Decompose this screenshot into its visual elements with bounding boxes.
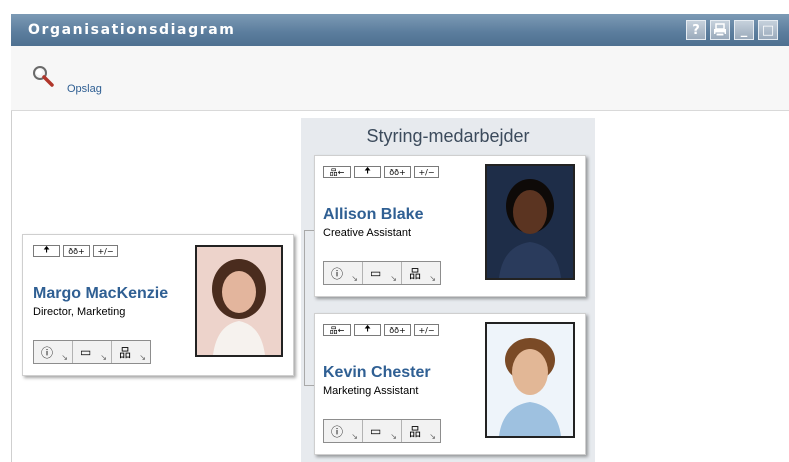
person-photo-icon	[487, 324, 573, 436]
go-up-button[interactable]: 🠉	[354, 324, 381, 336]
employee-name[interactable]: Allison Blake	[323, 206, 423, 224]
info-button[interactable]: ⓘ ↘	[324, 420, 363, 442]
employee-card[interactable]: 品← 🠉 ðð+ +/− Kevin Chester Marketing Ass…	[314, 313, 586, 455]
go-up-button[interactable]: 🠉	[354, 166, 381, 178]
email-button[interactable]: ▭ ↘	[363, 262, 402, 284]
org-chart-icon: 品	[409, 424, 422, 439]
expand-collapse-button[interactable]: +/−	[414, 324, 439, 336]
print-button[interactable]	[710, 20, 730, 40]
move-left-button[interactable]: 品←	[323, 166, 351, 178]
dropdown-arrow-icon: ↘	[61, 353, 68, 362]
info-icon: ⓘ	[331, 424, 344, 439]
dropdown-arrow-icon: ↘	[390, 274, 397, 283]
move-left-button[interactable]: 品←	[323, 324, 351, 336]
info-button[interactable]: ⓘ ↘	[34, 341, 73, 363]
manager-nav-buttons: 🠉 ðð+ +/−	[33, 245, 118, 257]
group-title: Styring-medarbejder	[366, 126, 530, 146]
dropdown-arrow-icon: ↘	[390, 432, 397, 441]
go-up-button[interactable]: 🠉	[33, 245, 60, 257]
employee-name[interactable]: Kevin Chester	[323, 364, 431, 382]
dropdown-arrow-icon: ↘	[139, 353, 146, 362]
person-photo-icon	[197, 247, 281, 355]
email-icon: ▭	[370, 266, 382, 280]
employee-photo	[485, 322, 575, 438]
org-chart-icon: 品	[409, 266, 422, 281]
window-titlebar: Organisationsdiagram ? _ □	[11, 14, 789, 46]
toolbar: Opslag	[11, 46, 789, 111]
employee-nav-buttons: 品← 🠉 ðð+ +/−	[323, 166, 439, 178]
org-chart-button[interactable]: 品 ↘	[402, 262, 440, 284]
expand-collapse-button[interactable]: +/−	[93, 245, 118, 257]
employee-role: Creative Assistant	[323, 227, 412, 239]
person-photo-icon	[487, 166, 573, 278]
employee-nav-buttons: 品← 🠉 ðð+ +/−	[323, 324, 439, 336]
show-reports-button[interactable]: ðð+	[384, 166, 411, 178]
info-button[interactable]: ⓘ ↘	[324, 262, 363, 284]
show-reports-button[interactable]: ðð+	[63, 245, 90, 257]
lookup-link[interactable]: Opslag	[67, 83, 102, 95]
minimize-button[interactable]: _	[734, 20, 754, 40]
magnifier-icon[interactable]	[31, 64, 55, 88]
info-icon: ⓘ	[41, 345, 54, 360]
email-button[interactable]: ▭ ↘	[73, 341, 112, 363]
manager-photo	[195, 245, 283, 357]
dropdown-arrow-icon: ↘	[351, 274, 358, 283]
maximize-button[interactable]: □	[758, 20, 778, 40]
dropdown-arrow-icon: ↘	[351, 432, 358, 441]
employee-photo	[485, 164, 575, 280]
print-icon	[714, 23, 726, 37]
email-icon: ▭	[80, 345, 92, 359]
manager-role: Director, Marketing	[33, 306, 126, 318]
employee-actions: ⓘ ↘ ▭ ↘ 品 ↘	[323, 419, 441, 443]
expand-collapse-button[interactable]: +/−	[414, 166, 439, 178]
employee-role: Marketing Assistant	[323, 385, 419, 397]
org-chart-button[interactable]: 品 ↘	[402, 420, 440, 442]
dropdown-arrow-icon: ↘	[100, 353, 107, 362]
manager-actions: ⓘ ↘ ▭ ↘ 品 ↘	[33, 340, 151, 364]
org-chart-button[interactable]: 品 ↘	[112, 341, 150, 363]
email-icon: ▭	[370, 424, 382, 438]
employee-actions: ⓘ ↘ ▭ ↘ 品 ↘	[323, 261, 441, 285]
dropdown-arrow-icon: ↘	[429, 432, 436, 441]
help-button[interactable]: ?	[686, 20, 706, 40]
info-icon: ⓘ	[331, 266, 344, 281]
content-border	[11, 111, 12, 462]
show-reports-button[interactable]: ðð+	[384, 324, 411, 336]
email-button[interactable]: ▭ ↘	[363, 420, 402, 442]
window-title: Organisationsdiagram	[28, 22, 236, 38]
manager-card[interactable]: 🠉 ðð+ +/− Margo MacKenzie Director, Mark…	[22, 234, 294, 376]
org-chart-icon: 品	[119, 345, 132, 360]
manager-name[interactable]: Margo MacKenzie	[33, 285, 168, 303]
dropdown-arrow-icon: ↘	[429, 274, 436, 283]
employee-card[interactable]: 品← 🠉 ðð+ +/− Allison Blake Creative Assi…	[314, 155, 586, 297]
